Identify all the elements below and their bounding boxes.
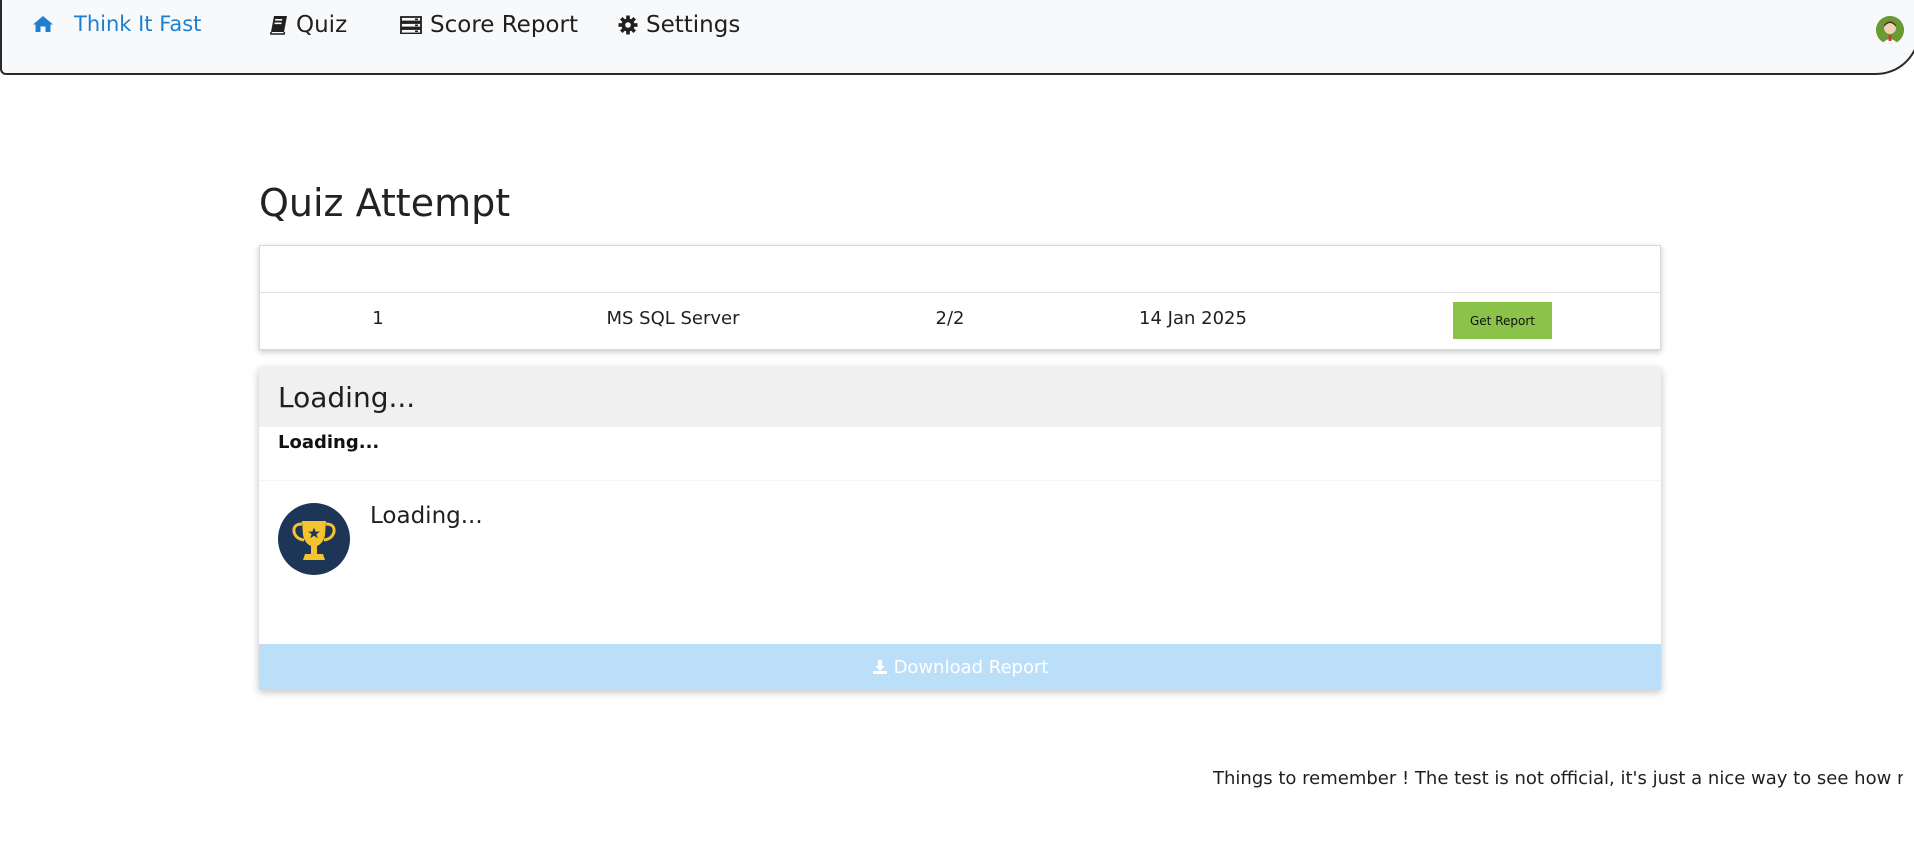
attempt-score: 2/2 [935, 308, 965, 329]
server-icon [400, 16, 422, 34]
brand-link[interactable]: Think It Fast [32, 12, 201, 36]
footer-marquee-note: Things to remember ! The test is not off… [1213, 768, 1903, 789]
top-navbar: Think It Fast Quiz Score Report Settings [0, 0, 1914, 75]
table-header [260, 246, 1660, 293]
download-icon [872, 659, 888, 675]
attempt-topic: MS SQL Server [606, 308, 740, 329]
nav-item-settings[interactable]: Settings [618, 12, 740, 38]
nav-item-quiz-label: Quiz [296, 12, 348, 38]
download-report-label: Download Report [893, 656, 1049, 678]
home-icon [32, 15, 54, 33]
attempt-date: 14 Jan 2025 [1139, 308, 1247, 329]
report-card: Loading... Loading... Loading... Downloa… [259, 368, 1661, 690]
nav-item-quiz[interactable]: Quiz [270, 12, 347, 38]
page-title: Quiz Attempt [259, 181, 511, 225]
download-report-button[interactable]: Download Report [259, 644, 1661, 690]
user-avatar-icon[interactable] [1876, 16, 1904, 44]
nav-item-score-report[interactable]: Score Report [400, 12, 578, 38]
attempts-table: 1 MS SQL Server 2/2 14 Jan 2025 Get Repo… [259, 245, 1661, 350]
nav-item-score-report-label: Score Report [430, 12, 578, 38]
book-icon [270, 15, 288, 35]
report-subtitle: Loading... [278, 432, 380, 453]
gear-icon [618, 15, 638, 35]
nav-item-settings-label: Settings [646, 12, 741, 38]
brand-label: Think It Fast [74, 12, 202, 36]
get-report-button[interactable]: Get Report [1453, 302, 1552, 339]
report-body: Loading... [259, 480, 1661, 648]
table-row: 1 MS SQL Server 2/2 14 Jan 2025 Get Repo… [260, 293, 1660, 350]
attempt-number: 1 [372, 308, 384, 329]
report-header: Loading... [259, 368, 1661, 427]
report-body-text: Loading... [370, 503, 483, 529]
trophy-icon [278, 503, 350, 575]
